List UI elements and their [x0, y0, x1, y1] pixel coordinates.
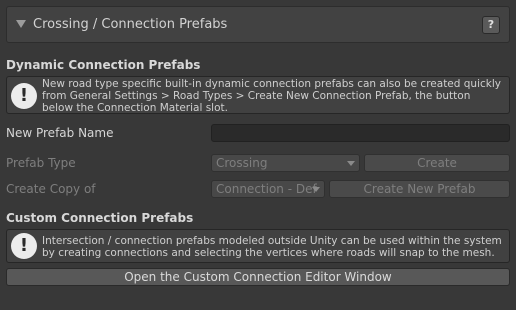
prefab-type-dropdown[interactable]: Crossing [211, 154, 360, 172]
copy-source-selected: Connection - Def [216, 182, 317, 196]
open-custom-editor-button[interactable]: Open the Custom Connection Editor Window [6, 268, 510, 286]
copy-source-dropdown[interactable]: Connection - Def [211, 180, 325, 198]
dynamic-help-text: New road type specific built-in dynamic … [42, 78, 501, 114]
create-new-prefab-button[interactable]: Create New Prefab [329, 180, 510, 198]
help-button[interactable]: ? [482, 16, 500, 34]
dynamic-helpbox: ! New road type specific built-in dynami… [6, 76, 510, 114]
create-copy-label: Create Copy of [6, 182, 96, 196]
create-button[interactable]: Create [364, 154, 510, 172]
custom-helpbox: ! Intersection / connection prefabs mode… [6, 229, 510, 263]
chevron-down-icon [347, 161, 355, 166]
exclamation-icon: ! [11, 83, 37, 109]
custom-section-title: Custom Connection Prefabs [6, 211, 194, 225]
custom-help-text: Intersection / connection prefabs modele… [42, 235, 502, 259]
exclamation-icon: ! [11, 233, 37, 259]
prefab-type-selected: Crossing [216, 156, 268, 170]
prefab-type-label: Prefab Type [6, 156, 76, 170]
new-prefab-name-input[interactable] [211, 124, 510, 142]
foldout-title: Crossing / Connection Prefabs [33, 17, 228, 32]
foldout-triangle-icon[interactable] [16, 20, 26, 28]
dynamic-section-title: Dynamic Connection Prefabs [6, 58, 201, 72]
chevron-down-icon [312, 187, 320, 192]
new-prefab-name-label: New Prefab Name [6, 126, 114, 140]
foldout-header[interactable]: Crossing / Connection Prefabs ? [6, 6, 510, 43]
